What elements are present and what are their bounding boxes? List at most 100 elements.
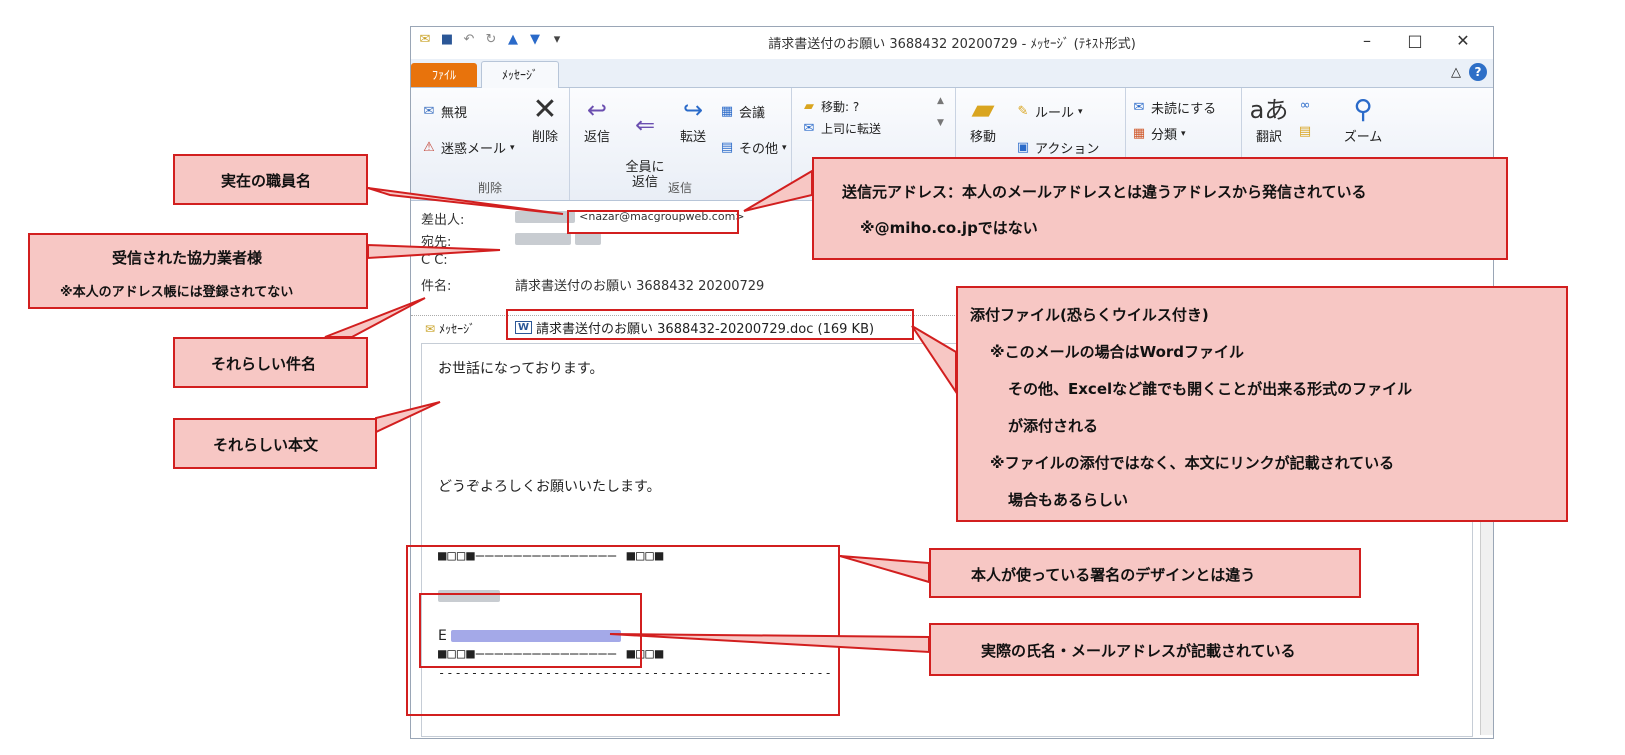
dropdown-arrow-icon: ▾ [1181, 128, 1186, 139]
ignore-label: 無視 [441, 106, 468, 121]
window-title: 請求書送付のお願い 3688432 20200729 - ﾒｯｾｰｼﾞ (ﾃｷｽ… [768, 37, 1136, 52]
quickstep-to-manager[interactable]: ✉ 上司に転送 [801, 120, 881, 137]
callout-real-name-text: 実際の氏名・メールアドレスが記載されている [981, 642, 1296, 660]
junk-label: 迷惑メール [441, 142, 507, 157]
other-label: その他 [739, 142, 779, 157]
callout-recipient-text-2: ※本人のアドレス帳には登録されてない [60, 285, 294, 300]
callout-body: それらしい本文 [173, 418, 377, 469]
callout-attach-text-2: ※このメールの場合はWordファイル [990, 343, 1245, 361]
callout-attach-text-6: 場合もあるらしい [1008, 491, 1129, 509]
blurred-recipient-suffix [575, 232, 602, 245]
callout-sender-text-2: ※@miho.co.jpではない [860, 219, 1038, 237]
find-button[interactable]: ∞ [1297, 98, 1313, 114]
callout-attach-text-5: ※ファイルの添付ではなく、本文にリンクが記載されている [990, 454, 1395, 472]
calendar-icon: ▦ [720, 103, 734, 119]
blurred-recipient-name [515, 232, 571, 245]
actions-button[interactable]: ▣ アクション [1015, 138, 1100, 158]
group-respond-label: 返信 [667, 181, 692, 195]
blurred-sender-name [515, 210, 575, 223]
callout-signature-design: 本人が使っている署名のデザインとは違う [929, 548, 1361, 598]
callout-real-staff-text: 実在の職員名 [221, 172, 312, 190]
delete-x-icon: ✕ [532, 92, 558, 127]
meeting-button[interactable]: ▦ 会議 [719, 102, 766, 122]
rules-button[interactable]: ✎ ルール ▾ [1015, 102, 1083, 122]
categorize-label: 分類 [1151, 128, 1178, 143]
quickstep-scroll-down[interactable]: ▼ [937, 118, 944, 128]
group-respond: ↩ 返信 ⇐ 全員に 返信 ↪ 転送 ▦ 会議 ▤ その他 ▾ 返信 [569, 88, 792, 200]
callout-subject-text: それらしい件名 [211, 355, 317, 373]
forward-label: 転送 [679, 130, 706, 145]
body-greeting: お世話になっております。 [438, 361, 604, 377]
dropdown-arrow-icon: ▾ [1078, 106, 1083, 117]
translate-button[interactable]: aあ 翻訳 [1249, 92, 1289, 145]
junk-button[interactable]: ⚠ 迷惑メール ▾ [421, 138, 515, 158]
callout-signature-text: 本人が使っている署名のデザインとは違う [971, 566, 1256, 584]
tab-file[interactable]: ﾌｧｲﾙ [411, 63, 477, 87]
forward-button[interactable]: ↪ 転送 [673, 92, 713, 145]
move-to-label: 移動: ? [821, 100, 860, 114]
actions-icon: ▣ [1016, 139, 1030, 155]
junk-icon: ⚠ [423, 139, 435, 155]
maximize-button[interactable]: □ [1391, 29, 1439, 53]
unread-mail-icon: ✉ [1133, 99, 1145, 115]
help-icon[interactable]: ? [1469, 63, 1487, 81]
from-label: 差出人: [421, 213, 465, 228]
subject-label: 件名: [421, 279, 452, 294]
categorize-button[interactable]: ▦ 分類 ▾ [1131, 124, 1186, 144]
to-manager-label: 上司に転送 [821, 122, 882, 136]
callout-real-staff: 実在の職員名 [173, 154, 368, 205]
highlight-attachment [506, 309, 914, 340]
select-button[interactable]: ▤ [1297, 124, 1313, 140]
minimize-button[interactable]: – [1343, 29, 1391, 53]
rules-label: ルール [1035, 106, 1075, 121]
callout-attach-text-3: その他、Excelなど誰でも開くことが出来る形式のファイル [1008, 380, 1413, 398]
zoom-label: ズーム [1343, 130, 1383, 145]
title-bar: ✉ ■ ↶ ↻ ▲ ▼ ▾ 請求書送付のお願い 3688432 20200729… [411, 27, 1493, 55]
highlight-signature-name-email [419, 593, 642, 668]
quickstep-scroll-up[interactable]: ▲ [937, 96, 944, 106]
subject-value: 請求書送付のお願い 3688432 20200729 [515, 279, 765, 294]
callout-attachment: 添付ファイル(恐らくウイルス付き) ※このメールの場合はWordファイル その他… [956, 286, 1568, 522]
meeting-label: 会議 [739, 106, 766, 121]
callout-sender-text-1: 送信元アドレス：本人のメールアドレスとは違うアドレスから発信されている [842, 183, 1367, 201]
callout-real-name-email: 実際の氏名・メールアドレスが記載されている [929, 623, 1419, 676]
collapse-ribbon-icon[interactable]: △ [1451, 65, 1461, 80]
more-icon: ▤ [720, 139, 734, 155]
quickstep-move-to[interactable]: ▰ 移動: ? [801, 98, 859, 115]
rules-icon: ✎ [1017, 103, 1029, 119]
actions-label: アクション [1035, 142, 1100, 157]
reply-all-button[interactable]: ⇐ 全員に 返信 [623, 92, 667, 190]
message-view-tab[interactable]: ✉ ﾒｯｾｰｼﾞ [425, 320, 475, 337]
ignore-icon: ✉ [423, 103, 435, 119]
magnifier-icon: ⚲ [1353, 95, 1373, 125]
binoculars-icon: ∞ [1299, 98, 1311, 113]
other-button[interactable]: ▤ その他 ▾ [719, 138, 787, 158]
zoom-button[interactable]: ⚲ ズーム [1341, 92, 1385, 145]
help-area: △ ? [1451, 63, 1487, 81]
mark-unread-label: 未読にする [1151, 102, 1217, 117]
window-controls: – □ ✕ [1343, 29, 1487, 53]
translate-label: 翻訳 [1255, 130, 1282, 145]
reply-all-icon: ⇐ [634, 111, 656, 139]
reply-button[interactable]: ↩ 返信 [577, 92, 617, 145]
folder-icon: ▰ [804, 98, 814, 114]
group-delete: ✉ 無視 ⚠ 迷惑メール ▾ ✕ 削除 削除 [411, 88, 570, 200]
move-button[interactable]: ▰ 移動 [963, 92, 1003, 145]
callout-attach-text-4: が添付される [1008, 417, 1099, 435]
dropdown-arrow-icon: ▾ [510, 142, 515, 153]
move-folder-icon: ▰ [971, 92, 995, 127]
mark-unread-button[interactable]: ✉ 未読にする [1131, 98, 1217, 118]
ignore-button[interactable]: ✉ 無視 [421, 102, 468, 122]
delete-button[interactable]: ✕ 削除 [525, 92, 565, 145]
to-label: 宛先: [421, 235, 452, 250]
callout-subject: それらしい件名 [173, 337, 368, 388]
callout-attach-text-1: 添付ファイル(恐らくウイルス付き) [970, 306, 1209, 324]
dropdown-arrow-icon: ▾ [782, 142, 787, 153]
body-closing: どうぞよろしくお願いいたします。 [438, 479, 661, 495]
close-button[interactable]: ✕ [1439, 29, 1487, 53]
tab-message[interactable]: ﾒｯｾｰｼﾞ [481, 61, 559, 88]
reply-label: 返信 [583, 130, 610, 145]
move-label: 移動 [969, 130, 996, 145]
translate-icon: aあ [1249, 96, 1289, 124]
highlight-sender-address [567, 210, 739, 234]
